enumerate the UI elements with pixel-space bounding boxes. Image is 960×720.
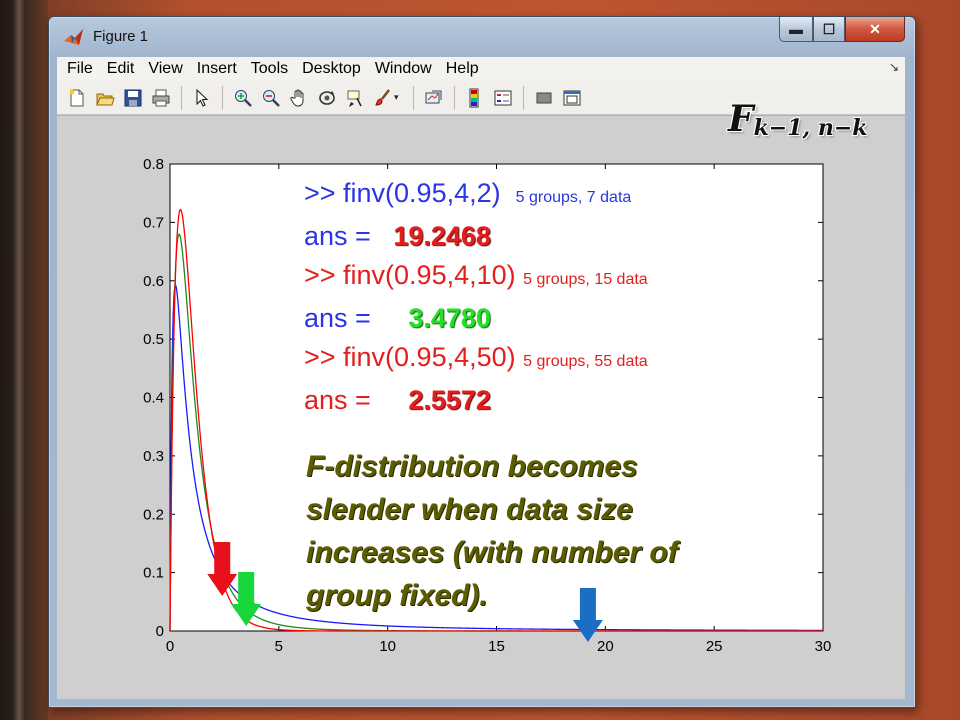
window-title: Figure 1 bbox=[93, 28, 149, 45]
matlab-logo-icon bbox=[63, 27, 85, 47]
background-left-strip bbox=[0, 0, 48, 720]
menu-window[interactable]: Window bbox=[368, 60, 439, 78]
pan-hand-icon[interactable] bbox=[288, 87, 310, 109]
close-button[interactable]: ✕ bbox=[845, 17, 905, 42]
save-icon[interactable] bbox=[122, 87, 144, 109]
command-note-1: 5 groups, 7 data bbox=[515, 189, 632, 206]
maximize-button[interactable]: ☐ bbox=[813, 17, 845, 42]
open-file-icon[interactable] bbox=[94, 87, 116, 109]
x-tick-label: 0 bbox=[166, 638, 174, 655]
conclusion-line-2: slender when data size bbox=[306, 493, 633, 526]
toolbar-separator bbox=[523, 85, 524, 110]
title-bar[interactable]: Figure 1 ▬ ☐ ✕ bbox=[49, 17, 915, 57]
conclusion-line-4: group fixed). bbox=[306, 579, 488, 612]
conclusion-text: F-distribution becomes slender when data… bbox=[306, 445, 796, 617]
y-tick-label: 0.5 bbox=[143, 331, 164, 348]
minimize-button[interactable]: ▬ bbox=[779, 17, 813, 42]
command-line-1: >> finv(0.95,4,2) 5 groups, 7 data bbox=[304, 178, 632, 208]
show-tools-icon[interactable] bbox=[561, 87, 583, 109]
y-tick-label: 0.7 bbox=[143, 214, 164, 231]
menu-desktop[interactable]: Desktop bbox=[295, 60, 368, 78]
menu-insert[interactable]: Insert bbox=[190, 60, 244, 78]
formula-subscript: k−1, n−k bbox=[753, 115, 868, 142]
command-note-2: 5 groups, 15 data bbox=[523, 271, 648, 288]
new-figure-icon[interactable] bbox=[66, 87, 88, 109]
y-tick-label: 0.6 bbox=[143, 273, 164, 290]
toolbar-separator bbox=[222, 85, 223, 110]
arrow-select-icon[interactable] bbox=[191, 87, 213, 109]
answer-value-2: 3.4780 bbox=[408, 303, 491, 333]
toolbar-separator bbox=[413, 85, 414, 110]
y-tick-label: 0.3 bbox=[143, 448, 164, 465]
command-note-3: 5 groups, 55 data bbox=[523, 353, 648, 370]
x-tick-label: 5 bbox=[275, 638, 283, 655]
answer-line-2: ans = 3.4780 bbox=[304, 303, 491, 333]
toolbar-separator bbox=[181, 85, 182, 110]
x-tick-label: 20 bbox=[597, 638, 614, 655]
colorbar-icon[interactable] bbox=[464, 87, 486, 109]
y-tick-label: 0.4 bbox=[143, 390, 164, 407]
answer-value-1: 19.2468 bbox=[393, 221, 491, 251]
x-tick-label: 10 bbox=[379, 638, 396, 655]
menu-view[interactable]: View bbox=[141, 60, 189, 78]
menu-file[interactable]: File bbox=[57, 60, 100, 78]
dock-arrow-icon[interactable]: ↘ bbox=[889, 60, 899, 74]
x-tick-label: 30 bbox=[815, 638, 832, 655]
print-icon[interactable] bbox=[150, 87, 172, 109]
zoom-out-icon[interactable] bbox=[260, 87, 282, 109]
answer-line-3: ans = 2.5572 bbox=[304, 385, 491, 415]
answer-line-1: ans = 19.2468 bbox=[304, 221, 491, 251]
command-line-2: >> finv(0.95,4,10) 5 groups, 15 data bbox=[304, 260, 648, 290]
formula-f-statistic: Fk−1, n−k bbox=[728, 98, 868, 142]
data-cursor-icon[interactable] bbox=[344, 87, 366, 109]
legend-icon[interactable] bbox=[492, 87, 514, 109]
menu-bar: File Edit View Insert Tools Desktop Wind… bbox=[57, 57, 905, 81]
toolbar-separator bbox=[454, 85, 455, 110]
brush-icon[interactable] bbox=[372, 87, 394, 109]
x-tick-label: 25 bbox=[706, 638, 723, 655]
window-controls: ▬ ☐ ✕ bbox=[779, 17, 905, 43]
x-tick-label: 15 bbox=[488, 638, 505, 655]
answer-value-3: 2.5572 bbox=[408, 385, 491, 415]
conclusion-line-1: F-distribution becomes bbox=[306, 450, 638, 483]
conclusion-line-3: increases (with number of bbox=[306, 536, 678, 569]
command-line-3: >> finv(0.95,4,50) 5 groups, 55 data bbox=[304, 342, 648, 372]
menu-tools[interactable]: Tools bbox=[244, 60, 295, 78]
rotate-3d-icon[interactable] bbox=[316, 87, 338, 109]
link-plot-icon[interactable] bbox=[423, 87, 445, 109]
y-tick-label: 0 bbox=[156, 623, 164, 640]
y-tick-label: 0.1 bbox=[143, 565, 164, 582]
y-tick-label: 0.2 bbox=[143, 506, 164, 523]
command-annotations: >> finv(0.95,4,2) 5 groups, 7 data ans =… bbox=[304, 174, 794, 420]
brush-dropdown-icon[interactable]: ▾ bbox=[394, 92, 404, 103]
hide-tools-icon[interactable] bbox=[533, 87, 555, 109]
zoom-in-icon[interactable] bbox=[232, 87, 254, 109]
menu-help[interactable]: Help bbox=[439, 60, 486, 78]
y-tick-label: 0.8 bbox=[143, 156, 164, 173]
menu-edit[interactable]: Edit bbox=[100, 60, 142, 78]
